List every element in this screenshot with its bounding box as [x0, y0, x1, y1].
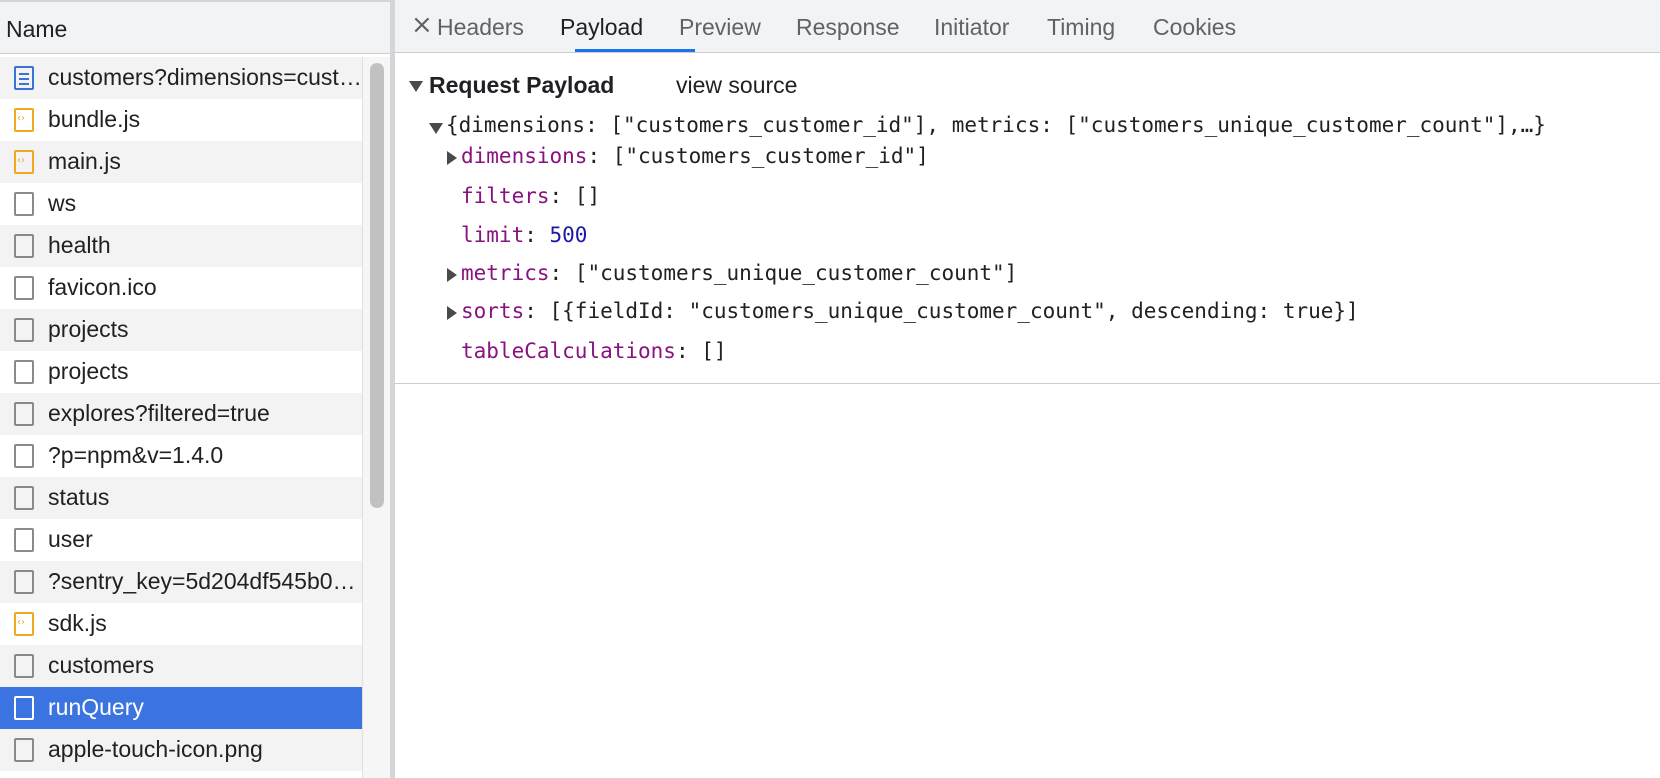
script-icon	[14, 150, 34, 174]
request-row[interactable]: user	[0, 519, 362, 561]
request-list-panel: Name customers?dimensions=cust… bundle.js…	[0, 0, 392, 778]
request-name: ws	[48, 190, 77, 216]
request-list-scrollbar[interactable]	[362, 57, 390, 778]
file-icon	[14, 234, 34, 258]
request-name: projects	[48, 358, 129, 384]
request-name: favicon.ico	[48, 274, 157, 300]
request-detail-panel: × Headers Payload Preview Response Initi…	[395, 0, 1660, 778]
detail-tabbar: × Headers Payload Preview Response Initi…	[395, 0, 1660, 53]
file-icon	[14, 192, 34, 216]
key-separator: :	[524, 223, 550, 247]
request-row[interactable]: ?p=npm&v=1.4.0	[0, 435, 362, 477]
script-icon	[14, 612, 34, 636]
property-value: [{fieldId: "customers_unique_customer_co…	[549, 299, 1359, 323]
request-row[interactable]: ?sentry_key=5d204df545b0…	[0, 561, 362, 603]
name-column-label: Name	[6, 16, 68, 42]
request-row[interactable]: customers?dimensions=cust…	[0, 57, 362, 99]
view-source-link[interactable]: view source	[676, 72, 797, 99]
document-icon	[14, 66, 34, 90]
property-value: 500	[549, 223, 588, 247]
request-row[interactable]: customers	[0, 645, 362, 687]
file-icon	[14, 318, 34, 342]
property-key: metrics	[461, 261, 550, 285]
request-name: ?p=npm&v=1.4.0	[48, 442, 224, 468]
file-icon	[14, 738, 34, 762]
request-rows: customers?dimensions=cust… bundle.js main.…	[0, 57, 362, 771]
request-row[interactable]: status	[0, 477, 362, 519]
request-row[interactable]: ws	[0, 183, 362, 225]
property-value: []	[701, 339, 727, 363]
expand-triangle-icon[interactable]	[447, 151, 457, 165]
collapse-triangle-icon[interactable]	[429, 123, 443, 134]
expand-triangle-icon[interactable]	[447, 306, 457, 320]
property-key: filters	[461, 184, 550, 208]
request-row[interactable]: health	[0, 225, 362, 267]
request-name: bundle.js	[48, 106, 141, 132]
section-title: Request Payload	[429, 72, 615, 98]
property-key: tableCalculations	[461, 339, 676, 363]
tab-response[interactable]: Response	[796, 14, 900, 41]
tab-timing[interactable]: Timing	[1047, 14, 1115, 41]
request-row[interactable]: apple-touch-icon.png	[0, 729, 362, 771]
request-row[interactable]: favicon.ico	[0, 267, 362, 309]
file-icon	[14, 570, 34, 594]
root-object-summary: {dimensions: ["customers_customer_id"], …	[446, 113, 1546, 137]
request-row[interactable]: bundle.js	[0, 99, 362, 141]
request-name: customers?dimensions=cust…	[48, 64, 360, 90]
file-icon	[14, 276, 34, 300]
payload-divider	[395, 383, 1660, 384]
request-name: main.js	[48, 148, 121, 174]
file-icon	[14, 528, 34, 552]
request-row[interactable]: sdk.js	[0, 603, 362, 645]
file-icon	[14, 444, 34, 468]
request-row-selected[interactable]: runQuery	[0, 687, 362, 729]
request-name: user	[48, 526, 93, 552]
property-value: ["customers_customer_id"]	[612, 144, 929, 168]
property-key: sorts	[461, 299, 525, 323]
request-name: ?sentry_key=5d204df545b0…	[48, 568, 356, 594]
request-row[interactable]: projects	[0, 309, 362, 351]
request-row[interactable]: main.js	[0, 141, 362, 183]
request-name: status	[48, 484, 110, 510]
scrollbar-thumb[interactable]	[370, 63, 384, 508]
tab-preview[interactable]: Preview	[679, 14, 761, 41]
key-separator: :	[524, 299, 550, 323]
request-name: projects	[48, 316, 129, 342]
key-separator: :	[549, 184, 575, 208]
property-value: ["customers_unique_customer_count"]	[574, 261, 1018, 285]
property-key: limit	[461, 223, 525, 247]
key-separator: :	[675, 339, 702, 363]
file-icon	[14, 654, 34, 678]
file-icon	[14, 402, 34, 426]
request-name: health	[48, 232, 111, 258]
request-row[interactable]: explores?filtered=true	[0, 393, 362, 435]
tab-headers[interactable]: Headers	[437, 14, 524, 41]
key-separator: :	[587, 144, 613, 168]
active-tab-indicator	[575, 49, 695, 52]
file-icon	[14, 360, 34, 384]
close-icon[interactable]: ×	[411, 10, 433, 40]
request-name: explores?filtered=true	[48, 400, 270, 426]
file-icon	[14, 696, 34, 720]
expand-triangle-icon[interactable]	[447, 268, 457, 282]
key-separator: :	[549, 261, 575, 285]
request-row[interactable]: projects	[0, 351, 362, 393]
script-icon	[14, 108, 34, 132]
name-column-header[interactable]: Name	[0, 0, 390, 54]
request-name: runQuery	[48, 694, 144, 720]
collapse-triangle-icon[interactable]	[409, 81, 423, 92]
property-value: []	[574, 184, 601, 208]
tab-payload[interactable]: Payload	[560, 14, 643, 41]
property-key: dimensions	[461, 144, 588, 168]
tab-cookies[interactable]: Cookies	[1153, 14, 1236, 41]
request-name: customers	[48, 652, 155, 678]
file-icon	[14, 486, 34, 510]
request-name: sdk.js	[48, 610, 107, 636]
request-name: apple-touch-icon.png	[48, 736, 263, 762]
tab-initiator[interactable]: Initiator	[934, 14, 1009, 41]
